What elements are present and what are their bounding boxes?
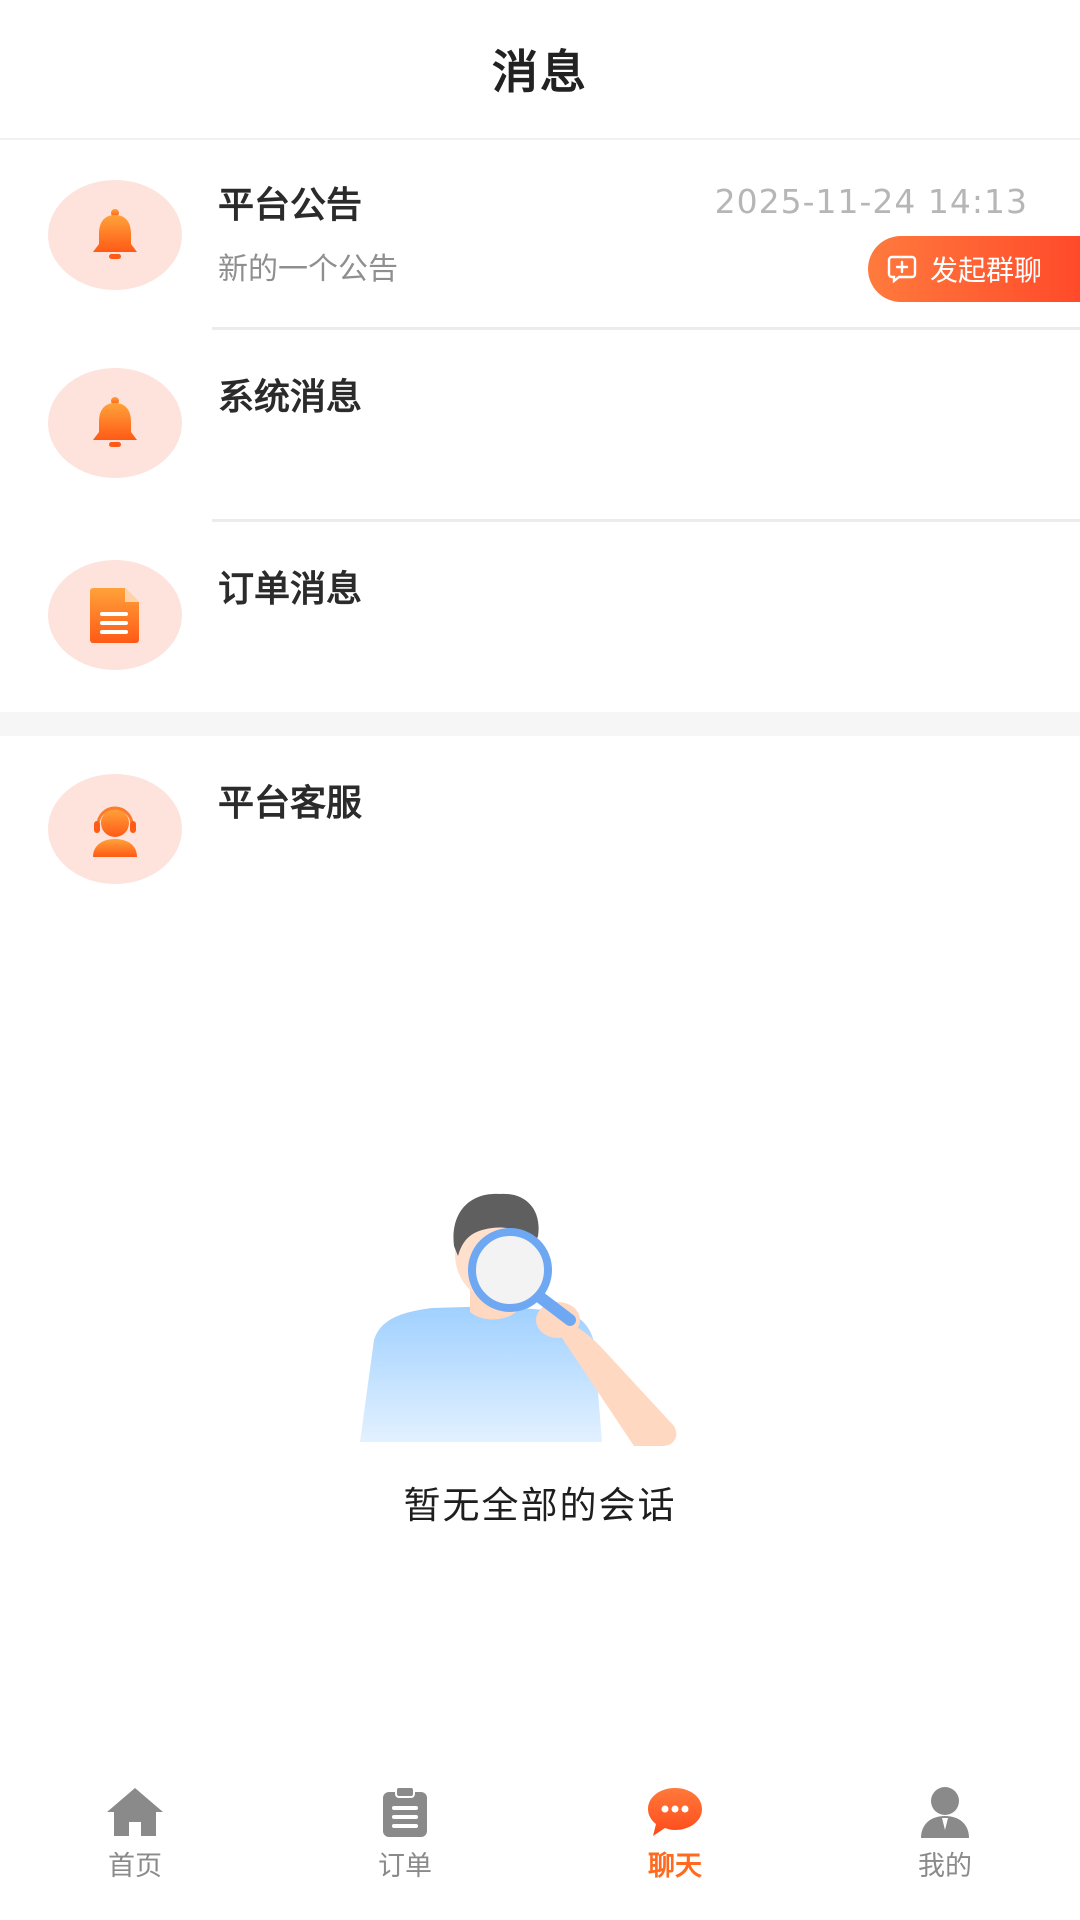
add-chat-icon — [886, 253, 918, 285]
start-group-chat-button[interactable]: 发起群聊 — [868, 236, 1080, 302]
message-preview: 新的一个公告 — [218, 252, 398, 287]
announcement-avatar — [48, 180, 182, 290]
tab-label: 订单 — [378, 1851, 432, 1882]
service-item[interactable]: 平台客服 — [0, 736, 1080, 926]
tab-label: 我的 — [918, 1851, 972, 1882]
tab-orders[interactable]: 订单 — [270, 1770, 540, 1920]
tab-chat[interactable]: 聊天 — [540, 1770, 810, 1920]
page-title: 消息 — [492, 45, 588, 99]
message-title: 平台公告 — [218, 185, 363, 226]
bell-icon — [93, 397, 137, 447]
system-avatar — [48, 368, 182, 478]
top-bar: 消息 — [0, 0, 1080, 140]
service-avatar — [48, 774, 182, 884]
tab-home[interactable]: 首页 — [0, 1770, 270, 1920]
bottom-tab-bar: 首页 订单 聊天 我的 — [0, 1770, 1080, 1920]
tab-profile[interactable]: 我的 — [810, 1770, 1080, 1920]
start-group-chat-label: 发起群聊 — [930, 254, 1043, 287]
messages-page: 消息 平台公告 2025-11-24 14:13 新的一个公告 发起群聊 系统消… — [0, 0, 1080, 1920]
message-title: 订单消息 — [218, 569, 363, 610]
message-title: 系统消息 — [218, 377, 363, 418]
message-time: 2025-11-24 14:13 — [714, 182, 1028, 221]
message-item-orders[interactable]: 订单消息 — [0, 522, 1080, 712]
orders-avatar — [48, 560, 182, 670]
service-title: 平台客服 — [218, 783, 363, 824]
chat-bubble-icon — [648, 1788, 702, 1836]
message-item-system[interactable]: 系统消息 — [0, 330, 1080, 522]
home-icon — [107, 1788, 163, 1836]
document-icon — [90, 588, 139, 643]
section-separator — [0, 712, 1080, 736]
empty-state-illustration — [340, 1170, 710, 1450]
bell-icon — [93, 209, 137, 259]
customer-service-icon — [93, 806, 137, 857]
empty-state-text: 暂无全部的会话 — [403, 1484, 677, 1527]
tab-label: 聊天 — [648, 1851, 702, 1882]
clipboard-icon — [383, 1786, 427, 1837]
tab-label: 首页 — [108, 1851, 162, 1882]
user-icon — [921, 1787, 969, 1838]
